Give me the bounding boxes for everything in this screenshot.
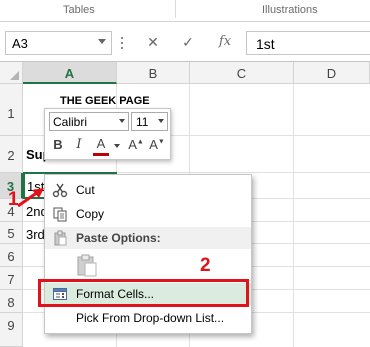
font-name-box[interactable]: Calibri — [49, 112, 129, 131]
menu-item-label: Cut — [76, 183, 95, 197]
gridline — [293, 84, 294, 347]
ribbon-group-illustrations: Illustrations — [262, 4, 318, 16]
paste-options-header: Paste Options: — [45, 227, 251, 249]
row-header-6[interactable]: 6 — [0, 244, 23, 267]
name-box[interactable]: A3 — [5, 31, 112, 55]
shrink-font-button[interactable]: A▼ — [149, 137, 165, 155]
menu-item-label: Copy — [76, 207, 105, 221]
scissors-icon — [52, 183, 68, 198]
formula-bar-grip-icon[interactable] — [118, 35, 126, 51]
chevron-down-icon[interactable] — [98, 39, 106, 44]
row-header-5[interactable]: 5 — [0, 222, 23, 244]
formula-bar: A3 ✕ ✓ fx 1st — [0, 22, 370, 62]
ribbon-group-tables: Tables — [63, 4, 95, 16]
format-cells-highlight-box — [38, 279, 249, 307]
context-menu: Cut Copy Paste Options: Format Cells... … — [44, 174, 252, 334]
row-header-1[interactable]: 1 — [0, 84, 23, 136]
row-header-2[interactable]: 2 — [0, 136, 23, 173]
grow-font-label: A — [128, 137, 137, 152]
grow-font-button[interactable]: A▲ — [128, 137, 144, 155]
formula-input[interactable]: 1st — [246, 31, 370, 55]
menu-item-label: Pick From Drop-down List... — [76, 311, 225, 325]
font-size-value: 11 — [136, 115, 149, 129]
annotation-arrow-icon — [17, 188, 44, 208]
row-header-9[interactable]: 9 — [0, 313, 23, 347]
menu-item-copy[interactable]: Copy — [45, 203, 251, 225]
menu-item-cut[interactable]: Cut — [45, 179, 251, 201]
menu-item-pick-from-list[interactable]: Pick From Drop-down List... — [45, 307, 251, 329]
menu-item-label: Paste Options: — [76, 231, 161, 245]
paste-button[interactable] — [75, 253, 99, 277]
chevron-down-icon[interactable] — [119, 119, 125, 123]
copy-icon — [53, 207, 67, 222]
shrink-font-label: A — [149, 137, 158, 152]
insert-function-icon[interactable]: fx — [209, 31, 241, 55]
step-number-2: 2 — [200, 255, 211, 276]
row-header-8[interactable]: 8 — [0, 290, 23, 313]
ribbon-group-labels: Tables Illustrations — [0, 0, 370, 22]
chevron-down-icon[interactable] — [158, 119, 164, 123]
clipboard-icon — [77, 254, 97, 277]
cancel-icon[interactable]: ✕ — [137, 31, 169, 55]
select-all-button[interactable] — [0, 62, 23, 84]
column-header-b[interactable]: B — [117, 62, 190, 84]
bold-button[interactable]: B — [51, 137, 65, 155]
cell-a1[interactable]: THE GEEK PAGE — [60, 95, 150, 107]
font-name-value: Calibri — [53, 115, 88, 129]
font-color-button[interactable]: A — [93, 137, 109, 156]
name-box-value: A3 — [12, 36, 28, 51]
cell-a5[interactable]: 3rd — [26, 227, 45, 242]
paste-icon — [54, 230, 67, 246]
chevron-down-icon[interactable] — [114, 144, 120, 148]
column-header-d[interactable]: D — [294, 62, 370, 84]
font-size-box[interactable]: 11 — [131, 112, 168, 131]
row-header-7[interactable]: 7 — [0, 267, 23, 290]
italic-button[interactable]: I — [73, 137, 85, 155]
ribbon-divider — [175, 0, 176, 18]
column-header-c[interactable]: C — [190, 62, 294, 84]
mini-toolbar: Calibri 11 B I A A▲ A▼ — [44, 108, 171, 160]
column-header-a[interactable]: A — [23, 62, 117, 84]
enter-icon[interactable]: ✓ — [172, 31, 204, 55]
